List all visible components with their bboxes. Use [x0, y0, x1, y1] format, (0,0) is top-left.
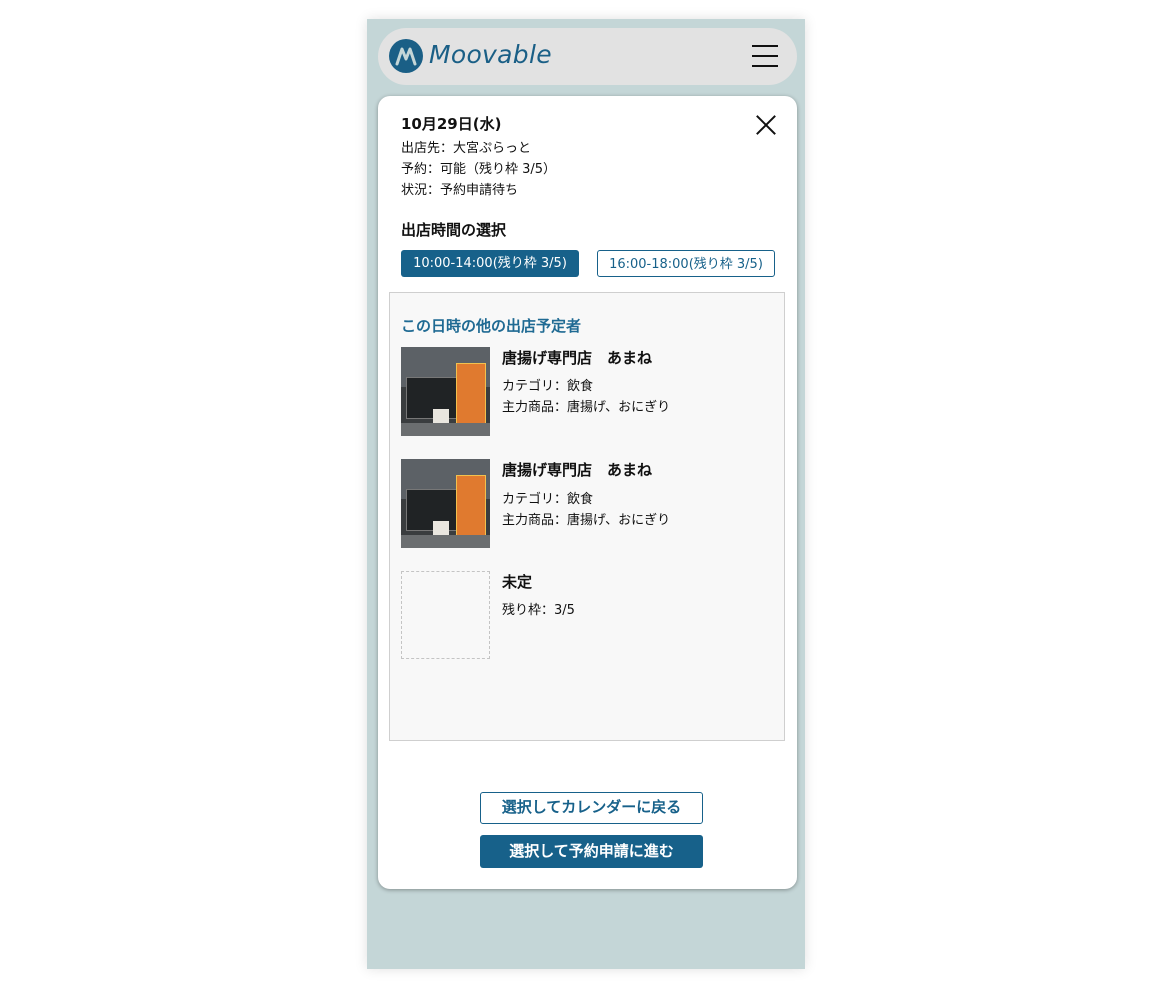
- hamburger-menu-icon[interactable]: [752, 45, 778, 67]
- phone-screen: Moovable 10月29日(水) 出店先：大宮ぷらっと 予約：可能（残り枠 …: [367, 19, 805, 969]
- vendor-item[interactable]: 唐揚げ専門店 あまね カテゴリ：飲食 主力商品：唐揚げ、おにぎり: [401, 347, 771, 437]
- empty-photo-placeholder: [401, 571, 490, 659]
- vendor-name: 未定: [502, 573, 533, 591]
- vendor-main-product: 主力商品：唐揚げ、おにぎり: [502, 513, 671, 528]
- vendor-photo: [401, 347, 490, 436]
- other-vendors-panel: この日時の他の出店予定者 唐揚げ専門店 あまね カテゴリ：飲食 主力商品：唐揚げ…: [389, 292, 785, 741]
- vendor-item-empty: 未定 残り枠：3/5: [401, 571, 771, 661]
- event-location: 出店先：大宮ぷらっと: [401, 141, 532, 156]
- reservation-availability: 予約：可能（残り枠 3/5）: [401, 162, 557, 177]
- other-vendors-title: この日時の他の出店予定者: [401, 317, 582, 335]
- vendor-photo: [401, 459, 490, 548]
- back-to-calendar-button[interactable]: 選択してカレンダーに戻る: [480, 792, 703, 824]
- vendor-name: 唐揚げ専門店 あまね: [502, 461, 653, 479]
- close-icon[interactable]: [755, 114, 777, 136]
- time-slot-button-2[interactable]: 16:00-18:00(残り枠 3/5): [597, 250, 775, 277]
- time-section-title: 出店時間の選択: [401, 221, 507, 239]
- vendor-item[interactable]: 唐揚げ専門店 あまね カテゴリ：飲食 主力商品：唐揚げ、おにぎり: [401, 459, 771, 549]
- vendor-main-product: 主力商品：唐揚げ、おにぎり: [502, 400, 671, 415]
- proceed-to-reservation-button[interactable]: 選択して予約申請に進む: [480, 835, 703, 868]
- app-header: Moovable: [378, 28, 797, 85]
- vendor-name: 唐揚げ専門店 あまね: [502, 349, 653, 367]
- app-logo-text[interactable]: Moovable: [429, 39, 552, 71]
- reservation-modal: 10月29日(水) 出店先：大宮ぷらっと 予約：可能（残り枠 3/5） 状況：予…: [378, 96, 797, 889]
- time-slot-button-1[interactable]: 10:00-14:00(残り枠 3/5): [401, 250, 579, 277]
- event-date: 10月29日(水): [401, 115, 502, 133]
- moovable-logo-icon[interactable]: [389, 39, 423, 73]
- reservation-status: 状況：予約申請待ち: [401, 183, 519, 198]
- vendor-category: カテゴリ：飲食: [502, 492, 594, 507]
- remaining-slots: 残り枠：3/5: [502, 603, 575, 618]
- vendor-category: カテゴリ：飲食: [502, 379, 594, 394]
